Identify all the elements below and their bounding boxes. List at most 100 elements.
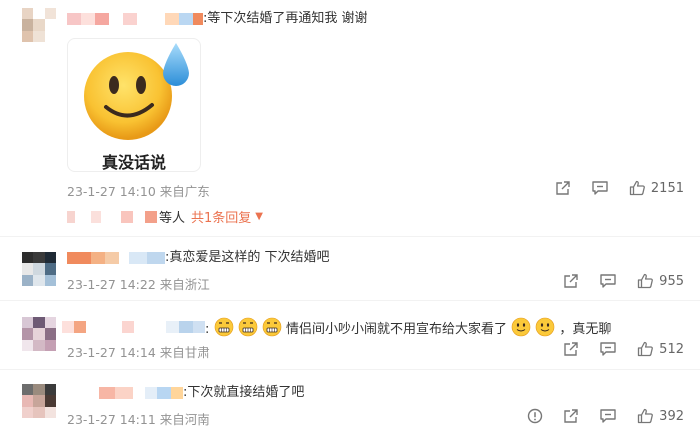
text-prefix: :: [205, 322, 210, 337]
comment-item: :下次就直接结婚了吧 23-1-27 14:11 来自河南 392: [0, 370, 700, 440]
avatar-pixel: [22, 395, 34, 407]
view-replies-link[interactable]: 共1条回复: [191, 207, 251, 226]
share-icon: [564, 274, 578, 288]
like-count: 2151: [650, 180, 684, 196]
comment-button[interactable]: [599, 273, 617, 289]
grimace-emoji-icon: [262, 317, 282, 337]
avatar-pixel: [44, 19, 56, 31]
username-pixel: [133, 210, 145, 223]
avatar-pixel: [22, 8, 34, 20]
comment-button[interactable]: [599, 341, 617, 357]
share-button[interactable]: [563, 273, 579, 289]
comment-actions: 512: [543, 341, 684, 357]
avatar-pixel: [33, 406, 45, 418]
avatar[interactable]: [22, 252, 56, 286]
username-pixel: [193, 321, 205, 333]
comment-button[interactable]: [599, 408, 617, 424]
username-pixel: [115, 387, 133, 399]
comment-icon: [600, 274, 616, 288]
comment-text: :等下次结婚了再通知我 谢谢: [203, 11, 368, 26]
share-icon: [564, 409, 578, 423]
grimace-emoji-icon: [238, 317, 257, 337]
like-button[interactable]: 512: [637, 341, 684, 357]
username-pixel: [166, 321, 179, 333]
username-pixel: [99, 387, 115, 399]
username-pixel: [123, 13, 137, 25]
avatar-pixel: [44, 406, 56, 418]
avatar-pixel: [44, 274, 56, 286]
comment-button[interactable]: [591, 180, 609, 196]
avatar[interactable]: [22, 8, 56, 42]
username-pixel: [109, 13, 123, 25]
replies-summary[interactable]: 等人 共1条回复 ▼: [67, 207, 263, 226]
username-pixel: [86, 321, 106, 333]
username-pixel: [122, 321, 134, 333]
avatar-pixel: [33, 328, 45, 340]
username-pixel: [67, 13, 81, 25]
username-pixel: [105, 252, 119, 264]
username-pixel: [62, 321, 74, 333]
like-icon: [629, 180, 645, 196]
avatar[interactable]: [22, 384, 56, 418]
avatar-pixel: [44, 8, 56, 20]
username-pixel: [121, 210, 133, 223]
comment-icon: [592, 181, 608, 195]
avatar-pixel: [22, 30, 34, 42]
sticker-image[interactable]: 真没话说: [67, 38, 201, 172]
smile-emoji-icon: [511, 317, 531, 337]
like-button[interactable]: 392: [637, 408, 684, 424]
username-pixel: [67, 210, 75, 223]
avatar-pixel: [33, 317, 45, 329]
like-button[interactable]: 955: [637, 273, 684, 289]
smile-emoji-icon: [535, 317, 555, 337]
sweat-smile-emoji-icon: [84, 43, 189, 140]
avatar[interactable]: [22, 317, 56, 351]
share-icon: [556, 181, 570, 195]
comment-meta: 23-1-27 14:14 来自甘肃: [67, 345, 210, 360]
avatar-pixel: [33, 384, 45, 396]
username-pixel: [101, 210, 121, 223]
avatar-pixel: [44, 384, 56, 396]
username[interactable]: [67, 13, 203, 25]
replies-prefix: 等人: [159, 211, 186, 226]
avatar-pixel: [44, 339, 56, 351]
avatar-pixel: [33, 252, 45, 264]
username-pixel: [83, 387, 99, 399]
avatar-pixel: [22, 274, 34, 286]
username-pixel: [151, 13, 165, 25]
chevron-down-icon[interactable]: ▼: [255, 211, 263, 222]
avatar-pixel: [44, 30, 56, 42]
comment-actions: 392: [507, 408, 684, 424]
reply-usernames: [67, 210, 157, 223]
comment-body: 情侣间小吵小闹就不用宣布给大家看了: [285, 322, 507, 337]
comment-meta: 23-1-27 14:22 来自浙江: [67, 277, 210, 292]
share-button[interactable]: [555, 180, 571, 196]
username-pixel: [106, 321, 122, 333]
share-button[interactable]: [563, 408, 579, 424]
avatar-pixel: [22, 317, 34, 329]
avatar-pixel: [22, 406, 34, 418]
comment-item: :真恋爱是这样的 下次结婚吧 23-1-27 14:22 来自浙江 955: [0, 237, 700, 299]
like-icon: [638, 408, 654, 424]
username-pixel: [147, 252, 165, 264]
avatar-pixel: [22, 384, 34, 396]
avatar-pixel: [44, 395, 56, 407]
comment-item: : 情侣间小吵小闹就不用宣布给大家看了 ，真无聊 23-1-27 14:14 来…: [0, 301, 700, 367]
username[interactable]: [62, 321, 205, 333]
share-button[interactable]: [563, 341, 579, 357]
like-button[interactable]: 2151: [629, 180, 684, 196]
username-pixel: [75, 210, 91, 223]
text-suffix: ，真无聊: [559, 322, 612, 337]
username[interactable]: [67, 387, 183, 399]
username-pixel: [137, 13, 151, 25]
username-pixel: [91, 252, 105, 264]
username[interactable]: [67, 252, 165, 264]
report-icon: [527, 408, 543, 424]
avatar-pixel: [44, 263, 56, 275]
report-button[interactable]: [527, 408, 543, 424]
like-count: 392: [659, 408, 684, 424]
avatar-pixel: [22, 328, 34, 340]
comment-text: :下次就直接结婚了吧: [183, 385, 305, 400]
avatar-pixel: [33, 263, 45, 275]
share-icon: [564, 342, 578, 356]
